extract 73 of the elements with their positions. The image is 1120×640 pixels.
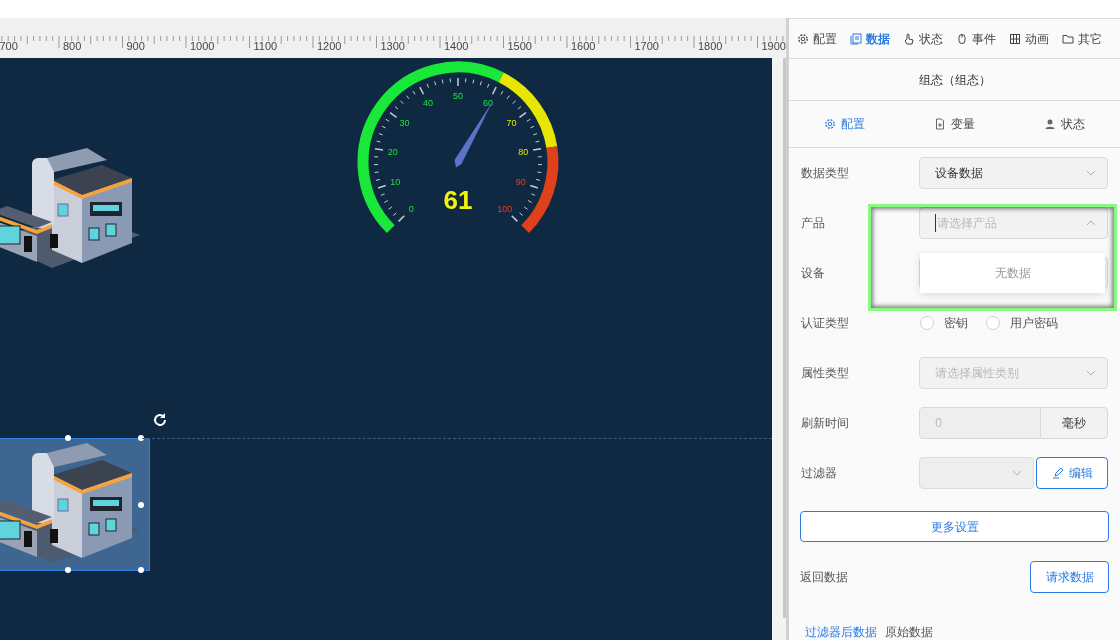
sub-tab[interactable]: 配置 — [789, 115, 900, 133]
ruler-label: 1800 — [698, 41, 723, 52]
result-tab[interactable]: 过滤器后数据 — [805, 623, 877, 640]
person-icon — [1044, 118, 1057, 130]
ruler-label: 1000 — [190, 41, 215, 52]
gauge-tick-label: 40 — [423, 98, 434, 109]
field-label: 数据类型 — [801, 165, 850, 182]
gauge-tick-label: 80 — [518, 146, 529, 157]
panel-tab[interactable]: 其它 — [1062, 29, 1102, 48]
gauge-tick-label: 70 — [506, 118, 517, 129]
panel-tab[interactable]: 数据 — [850, 29, 890, 48]
resize-handle[interactable] — [65, 567, 71, 573]
panel-tab[interactable]: 动画 — [1009, 29, 1049, 48]
request-data-button[interactable]: 请求数据 — [1030, 561, 1109, 593]
selection-frame[interactable] — [0, 438, 150, 571]
rotate-icon[interactable] — [152, 412, 168, 428]
documents-icon — [850, 32, 862, 45]
mouse-icon — [956, 32, 968, 45]
radio-option[interactable]: 密钥 — [920, 314, 968, 332]
document-icon — [934, 118, 946, 130]
field-label: 产品 — [801, 215, 826, 232]
gear-icon — [797, 32, 809, 45]
sub-tab[interactable]: 变量 — [899, 115, 1010, 133]
ruler-label: 1400 — [444, 41, 469, 52]
radio-button[interactable] — [920, 316, 934, 330]
ruler-label: 800 — [63, 41, 82, 52]
panel-tab[interactable]: 配置 — [797, 29, 837, 48]
gauge-tick-label: 90 — [515, 177, 526, 188]
gauge-tick-label: 100 — [497, 203, 513, 214]
radio-option[interactable]: 用户密码 — [986, 314, 1058, 332]
ruler-label: 1500 — [507, 41, 532, 52]
radio-button[interactable] — [986, 316, 1000, 330]
field-label: 刷新时间 — [801, 415, 850, 432]
gauge-tick-label: 30 — [399, 118, 410, 129]
ruler-label: 1300 — [380, 41, 405, 52]
select-field[interactable]: 设备数据 — [919, 157, 1108, 189]
gauge-tick-label: 20 — [387, 146, 398, 157]
empty-text: 无数据 — [994, 265, 1031, 282]
field-label: 过滤器 — [801, 465, 838, 482]
resize-handle[interactable] — [138, 502, 144, 508]
ruler-label: 1600 — [571, 41, 596, 52]
hand-icon — [903, 32, 915, 45]
gauge-tick-label: 0 — [408, 203, 414, 214]
resize-handle[interactable] — [138, 435, 144, 441]
result-tab[interactable]: 原始数据 — [885, 623, 933, 640]
component-title: 组态（组态） — [918, 71, 991, 89]
ruler-label: 1200 — [317, 41, 342, 52]
grid-icon — [1009, 32, 1021, 45]
ruler-label: 1900 — [761, 41, 786, 52]
gear-icon — [823, 118, 836, 130]
ruler-label: 1700 — [634, 41, 659, 52]
field-label: 属性类型 — [801, 365, 850, 382]
pencil-icon — [1051, 467, 1064, 479]
ruler-label: 1100 — [253, 41, 278, 52]
gauge-tick-label: 50 — [453, 91, 463, 101]
resize-handle[interactable] — [138, 567, 144, 573]
resize-handle[interactable] — [65, 435, 71, 441]
radio-label: 密钥 — [944, 315, 968, 332]
gauge-value: 61 — [443, 185, 473, 215]
panel-tab[interactable]: 事件 — [956, 29, 996, 48]
panel-tab[interactable]: 状态 — [903, 29, 943, 48]
sub-tab[interactable]: 状态 — [1009, 115, 1120, 133]
folder-icon — [1062, 32, 1074, 45]
field-label: 返回数据 — [800, 569, 848, 586]
gauge-tick-label: 60 — [482, 98, 493, 109]
ruler-label: 900 — [126, 41, 145, 52]
more-settings-button[interactable]: 更多设置 — [800, 511, 1109, 542]
gauge-tick-label: 10 — [390, 177, 401, 188]
field-label: 设备 — [801, 265, 826, 282]
scrollbar[interactable] — [772, 58, 786, 640]
radio-label: 用户密码 — [1010, 315, 1058, 332]
field-label: 认证类型 — [801, 315, 850, 332]
ruler-label: 700 — [0, 41, 18, 52]
